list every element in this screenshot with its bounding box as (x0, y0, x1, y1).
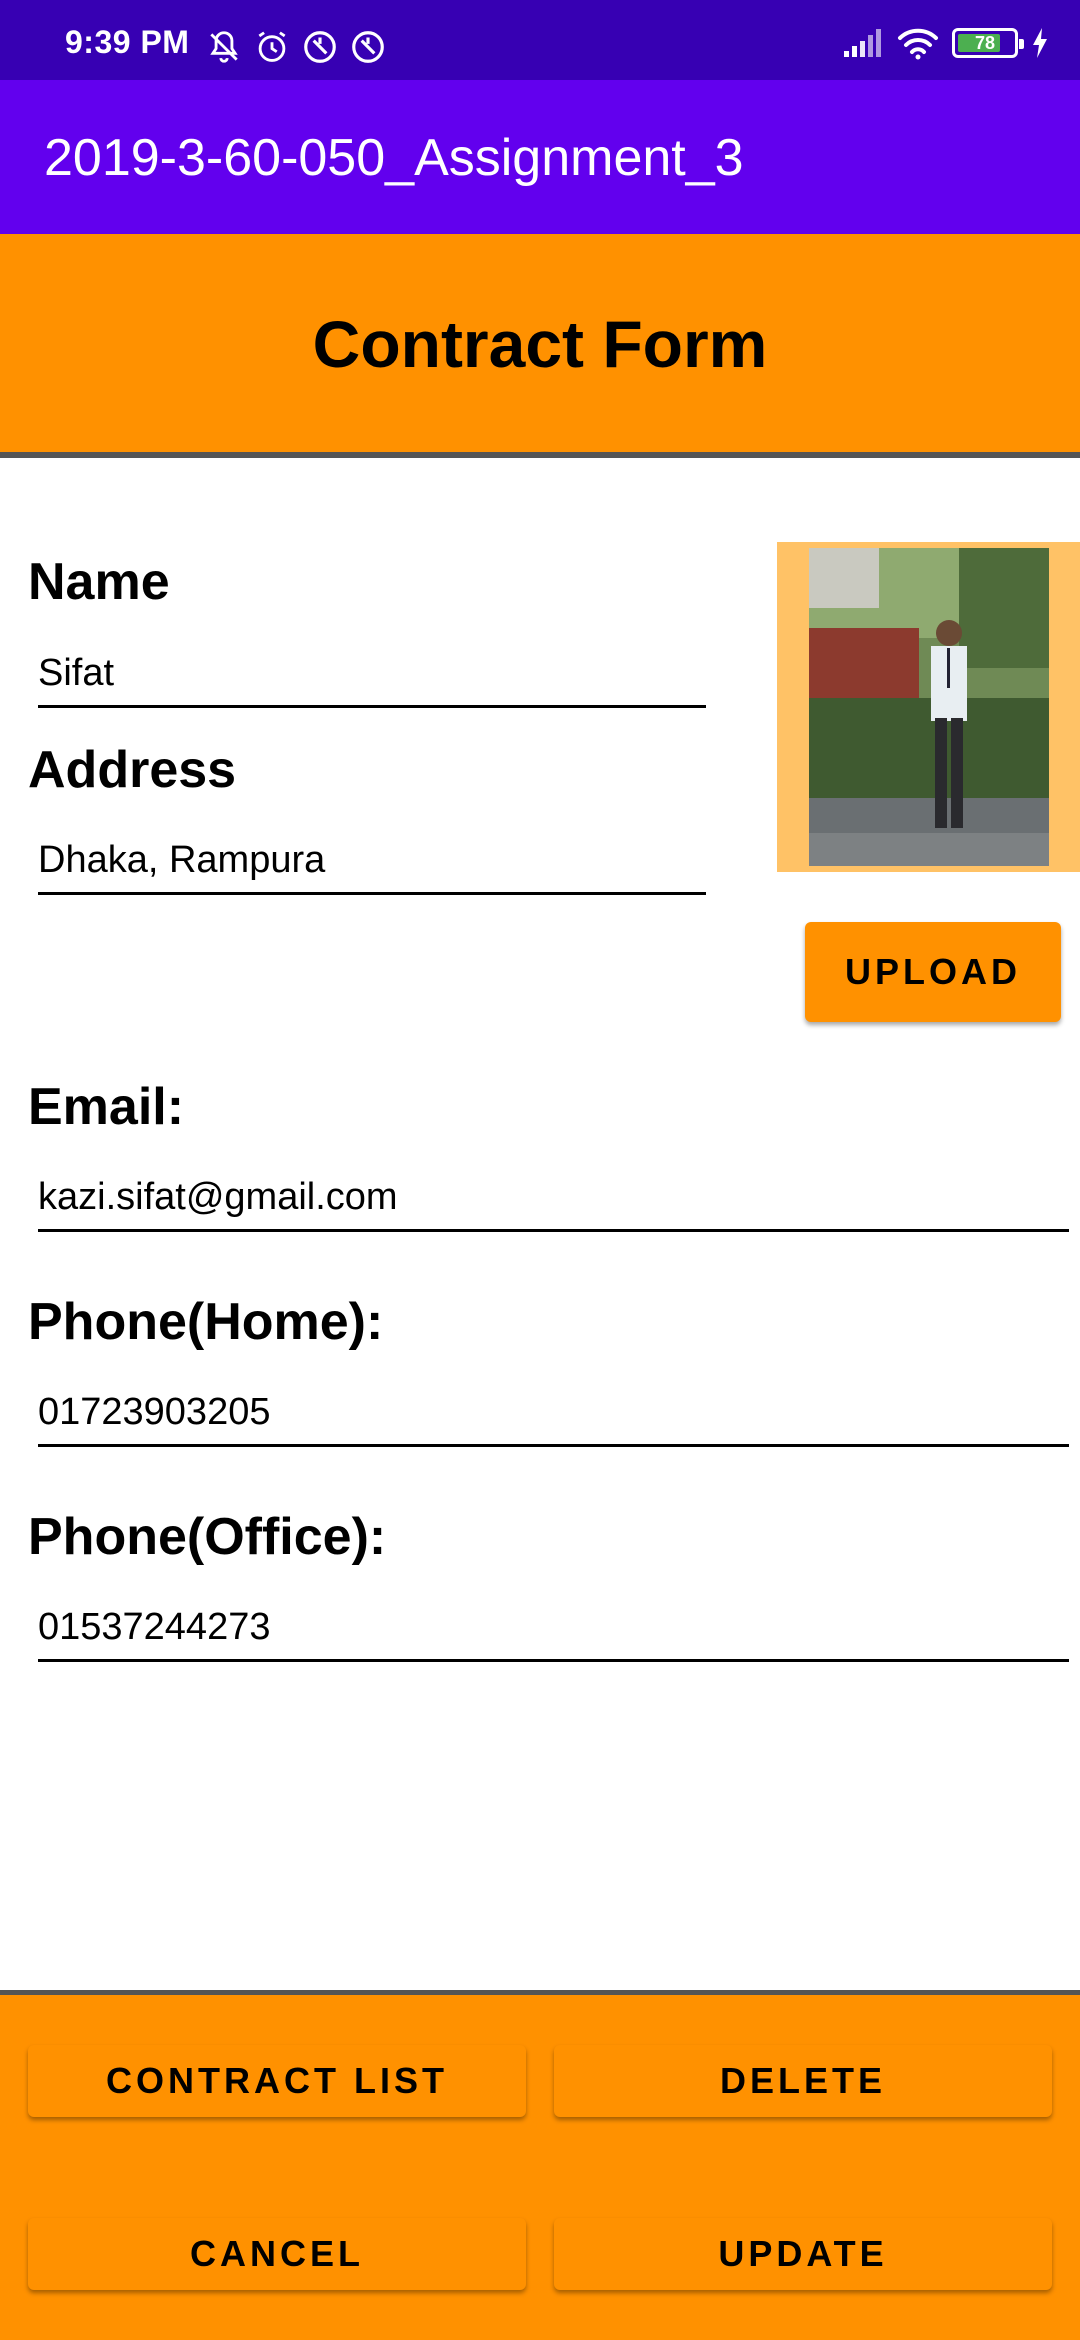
address-field-container (38, 823, 706, 895)
system-icons: 78 (842, 26, 1050, 60)
form-header: Contract Form (0, 234, 1080, 458)
profile-photo-frame (777, 542, 1080, 872)
email-label: Email: (28, 1078, 185, 1136)
app-title: 2019-3-60-050_Assignment_3 (44, 129, 744, 187)
email-field-container (38, 1160, 1069, 1232)
data-saver-icon (304, 31, 336, 63)
status-bar: 9:39 PM 78 (0, 0, 1080, 80)
profile-photo (809, 548, 1049, 866)
phone-home-input[interactable] (38, 1391, 1069, 1434)
email-input[interactable] (38, 1176, 1069, 1219)
app-bar: 2019-3-60-050_Assignment_3 (0, 80, 1080, 234)
bottom-action-panel: CONTRACT LIST DELETE CANCEL UPDATE (0, 1990, 1080, 2340)
charging-icon (1033, 28, 1047, 58)
phone-home-field-container (38, 1375, 1069, 1447)
contract-list-button[interactable]: CONTRACT LIST (28, 2045, 526, 2117)
notification-icons (205, 28, 387, 66)
delete-button[interactable]: DELETE (554, 2045, 1052, 2117)
phone-home-label: Phone(Home): (28, 1293, 384, 1351)
upload-button[interactable]: UPLOAD (805, 922, 1061, 1022)
name-input[interactable] (38, 652, 706, 695)
cancel-button[interactable]: CANCEL (28, 2218, 526, 2290)
phone-office-field-container (38, 1590, 1069, 1662)
battery-icon: 78 (952, 28, 1024, 58)
form-title: Contract Form (312, 307, 768, 381)
phone-office-label: Phone(Office): (28, 1508, 387, 1566)
address-label: Address (28, 741, 237, 799)
name-field-container (38, 636, 706, 708)
name-label: Name (28, 553, 170, 611)
signal-icon (844, 29, 881, 57)
bell-off-icon (210, 31, 238, 63)
status-time: 9:39 PM (65, 24, 190, 60)
screen: 9:39 PM 78 2019-3-60-050_Assignment_3 Co… (0, 0, 1080, 2340)
wifi-icon (898, 28, 938, 60)
update-button[interactable]: UPDATE (554, 2218, 1052, 2290)
battery-percent: 78 (974, 32, 996, 53)
data-saver-icon (352, 31, 384, 63)
address-input[interactable] (38, 839, 706, 882)
phone-office-input[interactable] (38, 1606, 1069, 1649)
alarm-icon (258, 31, 286, 62)
